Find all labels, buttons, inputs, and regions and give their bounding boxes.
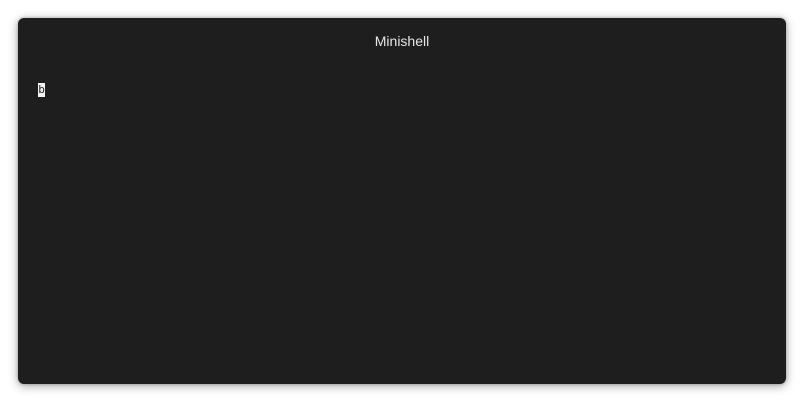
prompt-line: b [38, 83, 766, 97]
terminal-window: Minishell b [18, 18, 786, 384]
window-titlebar[interactable]: Minishell [18, 18, 786, 64]
window-title: Minishell [374, 33, 430, 49]
terminal-area[interactable]: b [38, 83, 766, 364]
text-cursor: b [38, 83, 45, 97]
